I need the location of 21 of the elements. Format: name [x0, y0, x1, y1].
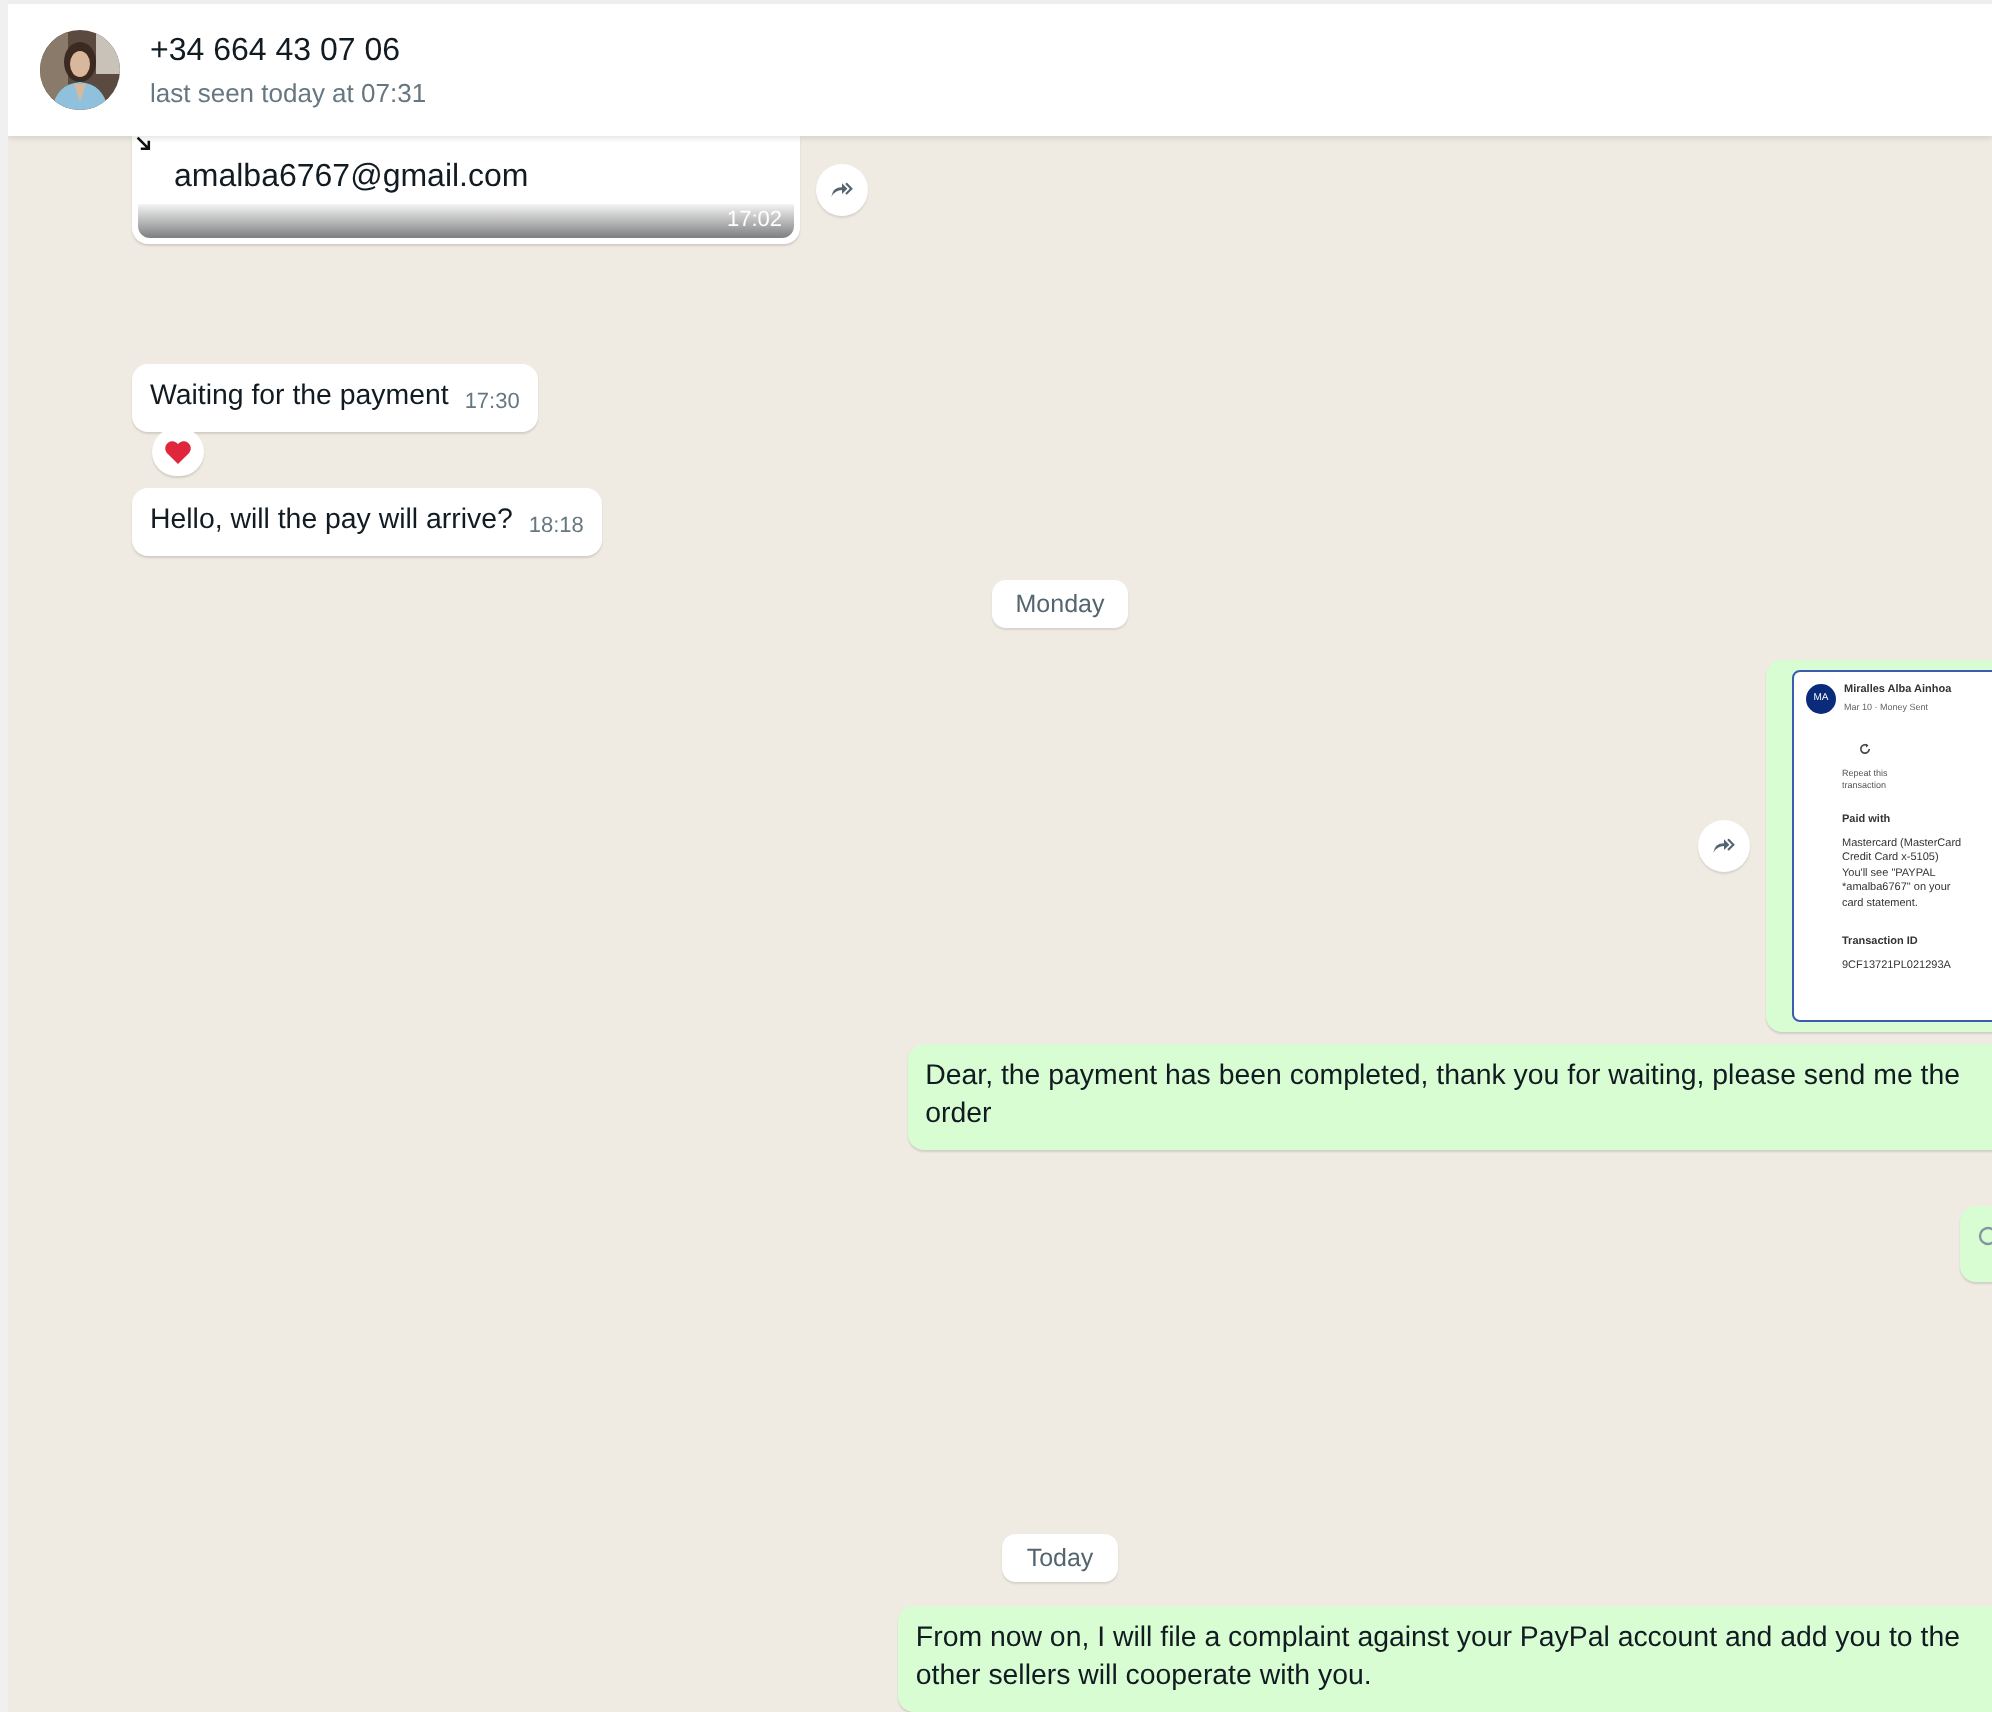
message-text: Waiting for the payment — [150, 378, 449, 416]
repeat-icon — [1858, 742, 1872, 756]
image-text: amalba6767@gmail.com — [174, 160, 529, 198]
forward-button[interactable] — [816, 164, 868, 216]
message-text: From now on, I will file a complaint against your PayPal account and add you to the — [915, 1620, 1960, 1658]
last-seen-status: last seen today at 07:31 — [150, 77, 427, 107]
message-text: Hello, will the pay will arrive? — [150, 502, 513, 540]
message-time: 17:02 — [726, 208, 782, 232]
heart-reaction-icon[interactable] — [152, 428, 204, 476]
message-time: 17:30 — [464, 388, 520, 418]
arrow-icon — [136, 136, 152, 152]
forward-button[interactable] — [1698, 820, 1750, 872]
message-text: order — [925, 1096, 994, 1134]
date-divider: Today — [1002, 1534, 1118, 1582]
image-message[interactable] — [1766, 660, 1992, 1032]
date-divider: Monday — [991, 580, 1129, 628]
message-text: other sellers will cooperate with you. — [915, 1658, 1374, 1696]
image-message[interactable]: amalba6767@gmail.com 17:02 — [132, 136, 800, 244]
contact-name: +34 664 43 07 06 — [150, 33, 403, 69]
message-time: 18:18 — [528, 512, 584, 542]
message-text: Dear, the payment has been completed, thank you for waiting, please send me the — [925, 1058, 1960, 1096]
